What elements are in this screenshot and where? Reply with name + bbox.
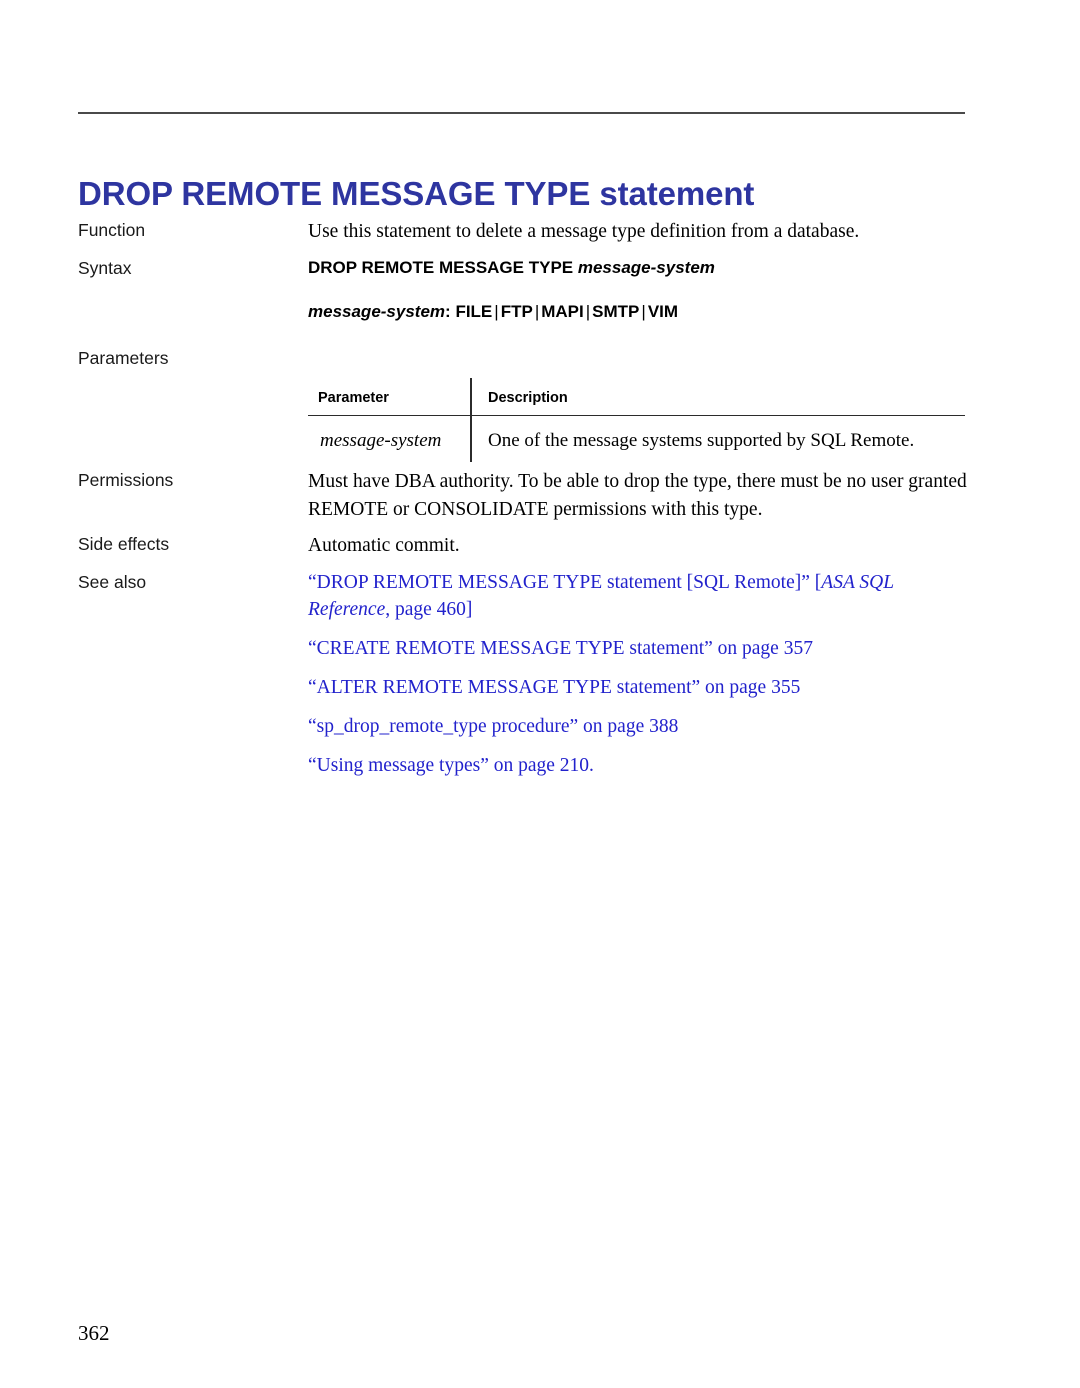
function-description: Use this statement to delete a message t…	[308, 221, 860, 242]
link-text-part2: , page 460]	[385, 599, 473, 620]
see-also-link[interactable]: “ALTER REMOTE MESSAGE TYPE statement” on…	[308, 674, 973, 701]
syntax-option-mapi: MAPI	[541, 302, 584, 321]
page-title-main: DROP REMOTE MESSAGE TYPE	[78, 175, 591, 213]
syntax-keyword: DROP REMOTE MESSAGE TYPE	[308, 258, 574, 277]
table-header-description: Description	[488, 390, 568, 406]
section-label-permissions: Permissions	[78, 470, 174, 490]
syntax-option-ftp: FTP	[500, 302, 533, 321]
parameters-table: Parameter Description message-system One…	[308, 378, 965, 462]
section-label-syntax: Syntax	[78, 258, 132, 278]
syntax-option-smtp: SMTP	[592, 302, 640, 321]
link-text-part1: “DROP REMOTE MESSAGE TYPE statement [SQL…	[308, 572, 822, 593]
table-cell-description: One of the message systems supported by …	[488, 430, 915, 451]
syntax-colon: :	[445, 302, 451, 321]
see-also-link[interactable]: “sp_drop_remote_type procedure” on page …	[308, 713, 973, 740]
syntax-option-vim: VIM	[647, 302, 679, 321]
link-text-part1: “ALTER REMOTE MESSAGE TYPE statement” on…	[308, 677, 801, 698]
section-body-side-effects: Automatic commit.	[308, 532, 968, 560]
see-also-link-list: “DROP REMOTE MESSAGE TYPE statement [SQL…	[308, 569, 973, 779]
syntax-separator-1: |	[494, 302, 499, 321]
permissions-description: Must have DBA authority. To be able to d…	[308, 471, 967, 520]
link-text-part1: “CREATE REMOTE MESSAGE TYPE statement” o…	[308, 638, 813, 659]
link-text-part1: “Using message types” on page 210.	[308, 755, 594, 776]
section-label-side-effects: Side effects	[78, 534, 170, 554]
table-vertical-divider	[470, 378, 472, 462]
section-body-permissions: Must have DBA authority. To be able to d…	[308, 468, 968, 524]
section-label-parameters: Parameters	[78, 348, 169, 368]
header-rule	[78, 112, 965, 114]
link-text-part1: “sp_drop_remote_type procedure” on page …	[308, 716, 679, 737]
table-cell-parameter: message-system	[320, 430, 442, 451]
syntax-separator-3: |	[585, 302, 591, 321]
side-effects-description: Automatic commit.	[308, 535, 460, 556]
syntax-line-statement: DROP REMOTE MESSAGE TYPE message-system	[308, 256, 968, 280]
syntax-line-message-system: message-system: FILE | FTP | MAPI | SMTP | VIM	[308, 300, 968, 324]
syntax-separator-4: |	[641, 302, 646, 321]
document-page: DROP REMOTE MESSAGE TYPE statement Funct…	[0, 0, 1080, 1388]
syntax-separator-2: |	[534, 302, 540, 321]
table-header-parameter: Parameter	[318, 390, 389, 406]
page-number: 362	[78, 1321, 110, 1345]
see-also-link[interactable]: “CREATE REMOTE MESSAGE TYPE statement” o…	[308, 635, 973, 662]
syntax-option-file: FILE	[455, 302, 493, 321]
see-also-link[interactable]: “Using message types” on page 210.	[308, 752, 973, 779]
section-body-function: Use this statement to delete a message t…	[308, 218, 968, 246]
section-label-function: Function	[78, 220, 146, 240]
section-body-syntax: DROP REMOTE MESSAGE TYPE message-system …	[308, 256, 968, 324]
syntax-placeholder-message-system: message-system	[577, 258, 715, 277]
see-also-link[interactable]: “DROP REMOTE MESSAGE TYPE statement [SQL…	[308, 569, 973, 623]
section-label-see-also: See also	[78, 572, 147, 592]
syntax-placeholder-label: message-system	[308, 302, 446, 321]
table-header-divider	[308, 415, 965, 416]
page-title: DROP REMOTE MESSAGE TYPE statement	[78, 174, 978, 214]
page-title-tail: statement	[590, 175, 755, 213]
